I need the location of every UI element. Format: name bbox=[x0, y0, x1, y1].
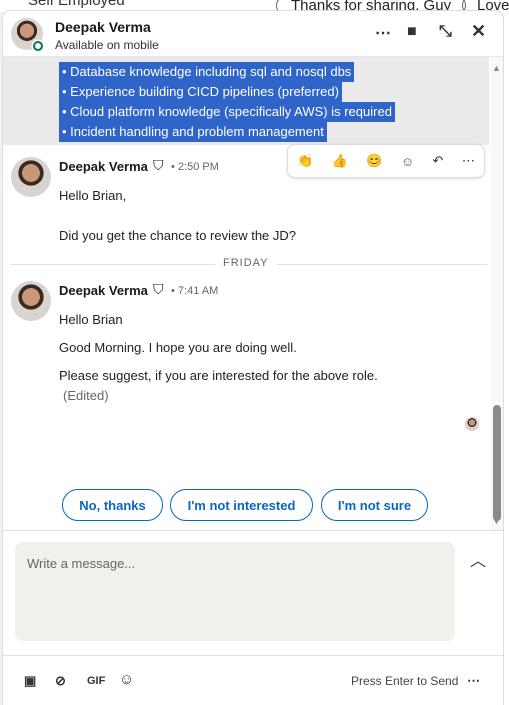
suggestion-not-sure[interactable]: I'm not sure bbox=[321, 489, 428, 521]
smile-reaction-icon[interactable]: 😊 bbox=[366, 153, 382, 169]
selected-line: • Experience building CICD pipelines (pr… bbox=[59, 82, 342, 102]
message-time: • 2:50 PM bbox=[171, 161, 219, 173]
add-reaction-icon[interactable]: ☺ bbox=[401, 154, 414, 169]
message-text: Good Morning. I hope you are doing well. bbox=[59, 340, 297, 355]
more-options-icon[interactable]: ⋯ bbox=[467, 673, 480, 689]
send-hint: Press Enter to Send bbox=[351, 674, 459, 688]
reply-icon[interactable]: ↶ bbox=[433, 153, 444, 169]
attachment-icon[interactable]: ⊘ bbox=[55, 673, 66, 689]
selected-line: • Incident handling and problem manageme… bbox=[59, 122, 327, 142]
message-text: Please suggest, if you are interested fo… bbox=[59, 368, 378, 383]
clap-reaction-icon[interactable]: 👏 bbox=[297, 153, 313, 169]
emoji-icon[interactable]: ☺ bbox=[119, 671, 134, 688]
message-time: • 7:41 AM bbox=[171, 285, 219, 297]
avatar[interactable] bbox=[11, 157, 51, 197]
contact-name[interactable]: Deepak Verma bbox=[55, 19, 151, 35]
thumbs-up-reaction-icon[interactable]: 👍 bbox=[332, 153, 348, 169]
verified-icon: ⛉ bbox=[153, 157, 164, 173]
scroll-down-icon[interactable]: ▼ bbox=[492, 516, 501, 526]
more-icon[interactable]: ⋯ bbox=[462, 153, 475, 169]
close-icon[interactable]: ✕ bbox=[471, 21, 486, 42]
contact-status: Available on mobile bbox=[55, 38, 159, 52]
divider bbox=[3, 655, 503, 656]
message-input[interactable]: Write a message... bbox=[15, 542, 455, 641]
sender-name[interactable]: Deepak Verma bbox=[59, 159, 148, 174]
suggestion-not-interested[interactable]: I'm not interested bbox=[170, 489, 313, 521]
verified-icon: ⛉ bbox=[153, 281, 164, 297]
messaging-window: Deepak Verma Available on mobile ⋯ ■ ⤡ ✕… bbox=[3, 11, 503, 705]
message-text: Did you get the chance to review the JD? bbox=[59, 228, 297, 243]
reaction-bar: 👏 👍 😊 ☺ ↶ ⋯ bbox=[287, 144, 485, 178]
expand-compose-icon[interactable]: ︿ bbox=[470, 547, 486, 571]
more-options-icon[interactable]: ⋯ bbox=[375, 23, 391, 43]
background-edge bbox=[503, 12, 509, 705]
edited-label: (Edited) bbox=[63, 388, 109, 403]
day-label: FRIDAY bbox=[215, 257, 277, 269]
message-text: Hello Brian, bbox=[59, 188, 127, 203]
read-receipt-avatar bbox=[465, 417, 479, 431]
gif-button[interactable]: GIF bbox=[87, 675, 105, 687]
selected-text-block: • Database knowledge including sql and n… bbox=[3, 57, 489, 145]
bg-text: Self Employed bbox=[28, 0, 125, 9]
video-call-icon[interactable]: ■ bbox=[407, 23, 417, 41]
scroll-up-icon[interactable]: ▲ bbox=[492, 63, 501, 73]
conversation-header[interactable]: Deepak Verma Available on mobile ⋯ ■ ⤡ ✕ bbox=[3, 11, 503, 57]
selected-line: • Cloud platform knowledge (specifically… bbox=[59, 102, 395, 122]
message-text: Hello Brian bbox=[59, 312, 123, 327]
divider bbox=[3, 530, 503, 531]
scrollbar-thumb[interactable] bbox=[493, 405, 501, 521]
online-status-icon bbox=[33, 41, 43, 51]
sender-name[interactable]: Deepak Verma bbox=[59, 283, 148, 298]
suggestion-no-thanks[interactable]: No, thanks bbox=[62, 489, 163, 521]
selected-line: • Database knowledge including sql and n… bbox=[59, 62, 355, 82]
image-icon[interactable]: ▣ bbox=[24, 673, 36, 689]
avatar[interactable] bbox=[11, 281, 51, 321]
minimize-icon[interactable]: ⤡ bbox=[439, 23, 452, 41]
